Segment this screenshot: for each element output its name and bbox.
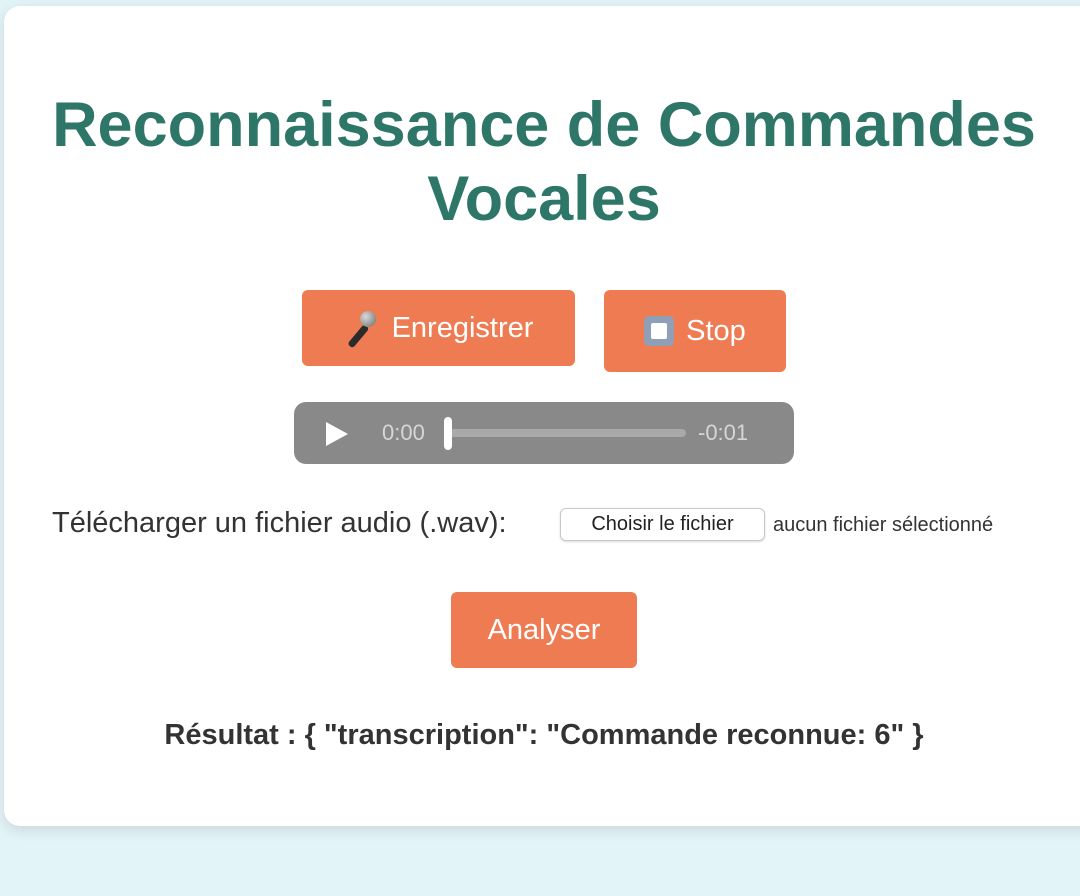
page-title-line-1: Reconnaissance de Commandes	[52, 90, 1036, 160]
play-icon[interactable]	[326, 422, 348, 446]
audio-seek-thumb[interactable]	[444, 417, 452, 450]
page-title: Reconnaissance de Commandes Vocales	[0, 88, 1080, 236]
microphone-icon	[344, 310, 378, 349]
audio-remaining-time: -0:01	[698, 420, 749, 445]
record-button[interactable]: Enregistrer	[302, 290, 575, 366]
analyze-button[interactable]: Analyser	[451, 592, 637, 668]
page-title-line-2: Vocales	[427, 164, 661, 234]
stop-square-icon	[644, 316, 675, 346]
choose-file-button[interactable]: Choisir le fichier	[560, 508, 765, 541]
file-status: aucun fichier sélectionné	[773, 514, 994, 536]
audio-current-time: 0:00	[382, 420, 425, 445]
result-text: Résultat : { "transcription": "Commande …	[164, 719, 924, 751]
record-button-label: Enregistrer	[391, 311, 534, 344]
audio-seek-bar[interactable]	[444, 429, 686, 437]
stop-button-label: Stop	[686, 314, 746, 347]
audio-player: 0:00 -0:01	[294, 402, 794, 464]
stop-button[interactable]: Stop	[604, 290, 786, 372]
upload-label: Télécharger un fichier audio (.wav):	[52, 507, 507, 539]
analyze-button-label: Analyser	[487, 613, 601, 646]
